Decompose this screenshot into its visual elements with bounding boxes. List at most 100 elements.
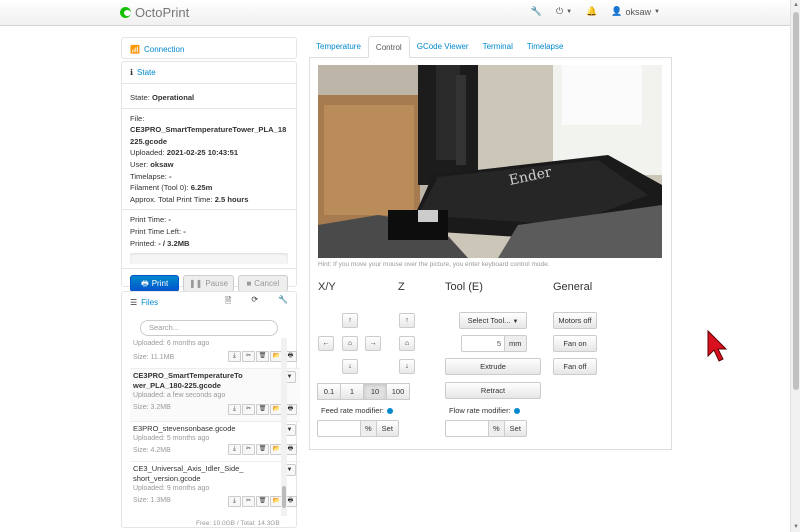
- user-menu[interactable]: 👤 oksaw ▼: [611, 6, 660, 17]
- pause-icon: ❚❚: [188, 278, 203, 288]
- bell-icon[interactable]: 🔔: [586, 6, 597, 17]
- list-item[interactable]: E3PRO_stevensonbase.gcode Uploaded: 5 mo…: [130, 422, 300, 462]
- state-body: State: Operational File: CE3PRO_SmartTem…: [122, 84, 296, 298]
- scrollbar-thumb[interactable]: [282, 486, 286, 508]
- trash-icon[interactable]: 🗑: [256, 404, 269, 415]
- cut-icon[interactable]: ✂: [242, 404, 255, 415]
- arrow-right-icon: →: [369, 340, 377, 347]
- cut-icon[interactable]: ✂: [242, 444, 255, 455]
- wrench-icon[interactable]: 🔧: [278, 295, 288, 309]
- jog-z-plus-button[interactable]: ↑: [399, 313, 415, 328]
- state-title: State: [137, 68, 156, 77]
- download-icon[interactable]: ⤓: [228, 404, 241, 415]
- retract-button[interactable]: Retract: [445, 382, 541, 399]
- refresh-icon[interactable]: ⟳: [251, 295, 258, 309]
- scrollbar-thumb[interactable]: [793, 12, 799, 390]
- step-100-button[interactable]: 100: [386, 383, 410, 400]
- tab-control[interactable]: Control: [367, 36, 410, 58]
- files-toolbar: 🗎 ⟳ 🔧: [225, 295, 288, 309]
- state-header[interactable]: ℹ State: [122, 62, 296, 84]
- storage-info: Free: 10.0GB / Total: 14.3GB: [196, 520, 280, 527]
- file-uploaded: Uploaded: 6 months ago: [133, 340, 210, 347]
- print-time-value: -: [168, 215, 171, 225]
- brand[interactable]: OctoPrint: [120, 5, 189, 20]
- info-icon: ℹ: [130, 68, 134, 77]
- step-10-button[interactable]: 10: [363, 383, 387, 400]
- step-1-button[interactable]: 1: [340, 383, 364, 400]
- flow-rate-text: Flow rate modifier:: [449, 406, 511, 415]
- download-icon[interactable]: ⤓: [228, 351, 241, 362]
- download-icon[interactable]: ⤓: [228, 496, 241, 507]
- power-menu[interactable]: ⏻ ▼: [556, 6, 572, 17]
- arrow-down-icon: ↓: [405, 363, 409, 370]
- tab-timelapse[interactable]: Timelapse: [520, 36, 571, 58]
- scroll-down-icon[interactable]: ▼: [793, 524, 799, 530]
- flow-rate-label: Flow rate modifier:: [449, 406, 520, 415]
- files-header: ☰ Files 🗎 ⟳ 🔧: [122, 292, 296, 312]
- jog-y-plus-button[interactable]: ↑: [342, 313, 358, 328]
- main-tabs: Temperature Control GCode Viewer Termina…: [309, 36, 672, 58]
- timelapse-value: -: [168, 171, 172, 181]
- tab-gcode-viewer[interactable]: GCode Viewer: [410, 36, 476, 58]
- jog-z-minus-button[interactable]: ↓: [399, 359, 415, 374]
- step-size-group: 0.1 1 10 100: [317, 383, 410, 400]
- trash-icon[interactable]: 🗑: [256, 351, 269, 362]
- wrench-icon[interactable]: 🔧: [531, 6, 542, 17]
- octoprint-logo-icon: [120, 7, 131, 18]
- feed-rate-set-button[interactable]: Set: [376, 420, 399, 437]
- extrude-amount-input[interactable]: 5: [461, 335, 505, 352]
- cancel-button[interactable]: ■ Cancel: [237, 275, 288, 293]
- tab-temperature[interactable]: Temperature: [309, 36, 368, 58]
- extrude-button[interactable]: Extrude: [445, 358, 541, 375]
- navbar: OctoPrint 🔧 ⏻ ▼ 🔔 👤 oksaw ▼: [0, 0, 790, 26]
- list-item[interactable]: CE3_Universal_Axis_Idler_Side_ short_ver…: [130, 462, 300, 514]
- navbar-right: 🔧 ⏻ ▼ 🔔 👤 oksaw ▼: [531, 6, 660, 17]
- files-title-link[interactable]: ☰ Files: [130, 298, 158, 307]
- tab-terminal[interactable]: Terminal: [476, 36, 520, 58]
- fan-off-button[interactable]: Fan off: [553, 358, 597, 375]
- user-label: User:: [130, 159, 149, 169]
- printed-value: - / 3.2MB: [158, 238, 190, 248]
- fan-on-button[interactable]: Fan on: [553, 335, 597, 352]
- state-label: State:: [130, 93, 150, 102]
- select-tool-dropdown[interactable]: Select Tool... ▼: [459, 312, 527, 329]
- progress-bar: [130, 253, 288, 265]
- feed-rate-group: % Set: [317, 420, 399, 437]
- file-list-scrollbar[interactable]: [281, 338, 287, 516]
- pause-button[interactable]: ❚❚ Pause: [183, 275, 234, 293]
- file-icon[interactable]: 🗎: [225, 295, 231, 309]
- user-icon: 👤: [611, 6, 623, 16]
- step-0.1-button[interactable]: 0.1: [317, 383, 341, 400]
- stop-icon: ■: [246, 278, 252, 288]
- print-button[interactable]: 🖶 Print: [130, 275, 180, 293]
- cut-icon[interactable]: ✂: [242, 496, 255, 507]
- home-z-button[interactable]: ⌂: [399, 336, 415, 351]
- print-label: Print: [151, 278, 169, 288]
- file-value: CE3PRO_SmartTemperatureTower_PLA_18: [130, 125, 287, 135]
- list-item[interactable]: Uploaded: 6 months ago Size: 11.1MB ⤓ ✂ 🗑 📂…: [130, 337, 300, 369]
- home-xy-button[interactable]: ⌂: [342, 336, 358, 351]
- search-input[interactable]: Search...: [140, 320, 278, 336]
- trash-icon[interactable]: 🗑: [256, 496, 269, 507]
- list-item[interactable]: CE3PRO_SmartTemperatureTo wer_PLA_180-22…: [130, 369, 300, 422]
- file-name: CE3_Universal_Axis_Idler_Side_: [133, 464, 244, 473]
- home-icon: ⌂: [404, 340, 410, 347]
- scroll-up-icon[interactable]: ▲: [793, 2, 799, 8]
- webcam-stream[interactable]: Ender: [318, 65, 662, 258]
- file-list: Uploaded: 6 months ago Size: 11.1MB ⤓ ✂ 🗑 📂…: [130, 337, 300, 514]
- jog-x-plus-button[interactable]: →: [365, 336, 381, 351]
- webcam-hint: Hint: If you move your mouse over the pi…: [318, 261, 550, 268]
- jog-x-minus-button[interactable]: ←: [318, 336, 334, 351]
- trash-icon[interactable]: 🗑: [256, 444, 269, 455]
- page-scrollbar[interactable]: ▲ ▼: [790, 0, 800, 532]
- cut-icon[interactable]: ✂: [242, 351, 255, 362]
- jog-y-minus-button[interactable]: ↓: [342, 359, 358, 374]
- download-icon[interactable]: ⤓: [228, 444, 241, 455]
- flow-rate-set-button[interactable]: Set: [504, 420, 527, 437]
- connection-header[interactable]: 📶 Connection: [122, 38, 296, 60]
- chevron-down-icon: ▼: [512, 319, 519, 325]
- flow-rate-input[interactable]: [445, 420, 489, 437]
- motors-off-button[interactable]: Motors off: [553, 312, 597, 329]
- feed-rate-input[interactable]: [317, 420, 361, 437]
- connection-title: Connection: [143, 44, 185, 54]
